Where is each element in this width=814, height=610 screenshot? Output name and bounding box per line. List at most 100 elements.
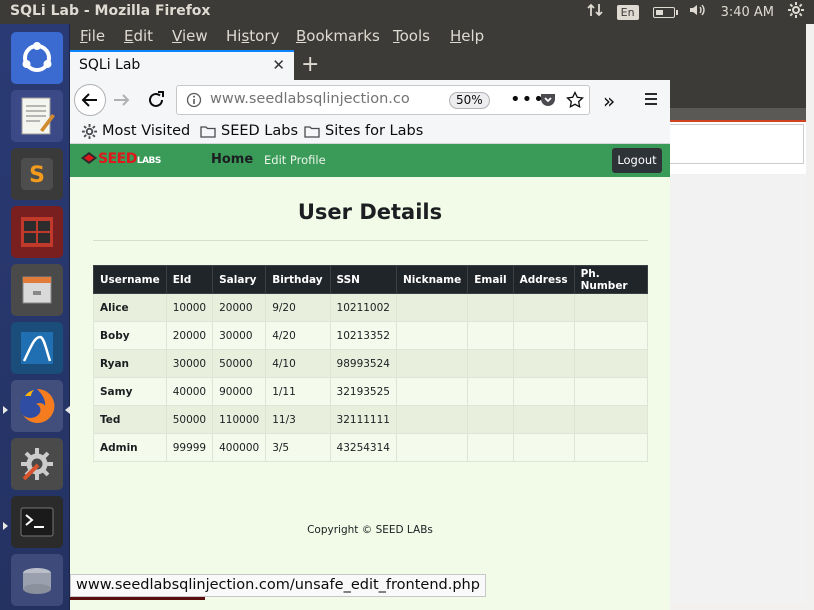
url-text: www.seedlabsqlinjection.com [210, 91, 410, 107]
tab-sqli-lab[interactable]: SQLi Lab ✕ [70, 50, 294, 80]
cell-salary: 400000 [212, 433, 267, 462]
clock[interactable]: 3:40 AM [721, 5, 774, 20]
cell-eid: 40000 [165, 377, 214, 406]
column-header: Username [93, 265, 167, 294]
bookmark-label: SEED Labs [221, 123, 299, 139]
column-header: Salary [212, 265, 267, 294]
cell-username: Ryan [93, 349, 167, 378]
overflow-chevron-icon[interactable]: » [603, 89, 615, 113]
tab-title: SQLi Lab [79, 57, 141, 73]
bookmark-seed-labs[interactable]: SEED Labs [200, 123, 298, 139]
text-editor-icon[interactable] [11, 90, 63, 142]
table-row: Ryan 30000 50000 4/10 98993524 [93, 349, 649, 378]
logout-button[interactable]: Logout [612, 148, 662, 173]
running-indicator [3, 522, 8, 530]
window-title: SQLi Lab - Mozilla Firefox [10, 3, 211, 19]
menu-edit[interactable]: Edit [124, 27, 153, 45]
cell-salary: 50000 [212, 349, 267, 378]
close-tab-icon[interactable]: ✕ [272, 56, 285, 74]
cell-salary: 90000 [212, 377, 267, 406]
network-arrows-icon[interactable] [587, 2, 603, 22]
cell-birthday: 4/10 [265, 349, 331, 378]
wireshark-icon[interactable] [11, 322, 63, 374]
sublime-text-icon[interactable]: S [11, 148, 63, 200]
bookmark-star-icon[interactable] [566, 90, 584, 113]
cell-salary: 20000 [212, 293, 267, 322]
back-arrow-icon [81, 93, 97, 107]
cell-birthday: 4/20 [265, 321, 331, 350]
cell-nickname [395, 433, 469, 462]
firefox-window: File Edit View History Bookmarks Tools H… [70, 24, 670, 610]
table-row: Admin 99999 400000 3/5 43254314 [93, 433, 649, 462]
ubuntu-dash-icon[interactable] [11, 32, 63, 84]
volume-icon[interactable] [689, 3, 707, 21]
column-header: Email [467, 265, 514, 294]
cell-email [467, 405, 514, 434]
cell-username: Samy [93, 377, 167, 406]
terminal-icon[interactable] [11, 496, 63, 548]
cell-address [512, 377, 575, 406]
launcher: S [0, 24, 70, 610]
cell-salary: 30000 [212, 321, 267, 350]
menu-history[interactable]: History [226, 27, 279, 45]
menu-bookmarks[interactable]: Bookmarks [296, 27, 380, 45]
top-panel: SQLi Lab - Mozilla Firefox En 3:40 AM [0, 0, 814, 24]
reload-icon[interactable] [146, 90, 166, 114]
system-settings-icon[interactable] [11, 438, 63, 490]
zoom-level[interactable]: 50% [449, 92, 490, 109]
menu-tools[interactable]: Tools [393, 27, 430, 45]
cell-email [467, 293, 514, 322]
cell-eid: 10000 [165, 293, 214, 322]
cell-birthday: 9/20 [265, 293, 331, 322]
folder-icon [304, 125, 320, 138]
menu-file[interactable]: File [80, 27, 105, 45]
cell-phone [573, 321, 649, 350]
menu-view[interactable]: View [172, 27, 208, 45]
tab-bar: SQLi Lab ✕ + [70, 50, 670, 80]
column-header: Nickname [395, 265, 469, 294]
battery-icon[interactable] [652, 6, 678, 18]
column-header: Birthday [265, 265, 331, 294]
calculator-app-icon[interactable] [11, 206, 63, 258]
column-header: SSN [329, 265, 397, 294]
keyboard-layout[interactable]: En [616, 4, 639, 20]
url-bar[interactable]: www.seedlabsqlinjection.com 50% ••• [176, 85, 590, 115]
forward-arrow-icon[interactable] [112, 90, 132, 114]
cell-ssn: 32111111 [329, 405, 397, 434]
menu-help[interactable]: Help [450, 27, 484, 45]
bookmark-label: Most Visited [102, 123, 191, 139]
nav-home-link[interactable]: Home [211, 152, 253, 167]
cell-address [512, 293, 575, 322]
cell-birthday: 3/5 [265, 433, 331, 462]
copyright-footer: Copyright © SEED LABs [307, 524, 433, 536]
status-bar-url: www.seedlabsqlinjection.com/unsafe_edit_… [70, 574, 486, 597]
cell-nickname [395, 293, 469, 322]
nav-edit-profile-link[interactable]: Edit Profile [264, 153, 326, 167]
cell-username: Boby [93, 321, 167, 350]
file-manager-icon[interactable] [11, 264, 63, 316]
navigation-toolbar: www.seedlabsqlinjection.com 50% ••• » [70, 80, 670, 120]
cell-username: Ted [93, 405, 167, 434]
cell-phone [573, 433, 649, 462]
cell-username: Alice [93, 293, 167, 322]
gear-icon[interactable] [788, 2, 804, 22]
cell-phone [573, 349, 649, 378]
disk-icon[interactable] [11, 554, 63, 606]
bookmark-sites-for-labs[interactable]: Sites for Labs [304, 123, 423, 139]
desktop: SQLi Lab - Mozilla Firefox En 3:40 AM S [0, 0, 814, 610]
cell-ssn: 10211002 [329, 293, 397, 322]
column-header: EId [165, 265, 214, 294]
svg-text:S: S [29, 163, 45, 188]
firefox-icon[interactable] [11, 380, 63, 432]
pocket-icon[interactable] [539, 92, 557, 112]
cell-salary: 110000 [212, 405, 267, 434]
seed-labs-logo[interactable]: SEEDLABS [80, 151, 161, 167]
bookmark-most-visited[interactable]: Most Visited [82, 123, 190, 139]
cell-address [512, 349, 575, 378]
back-button[interactable] [74, 84, 106, 116]
column-header: Ph. Number [573, 265, 649, 294]
new-tab-icon[interactable]: + [301, 52, 319, 77]
cell-ssn: 98993524 [329, 349, 397, 378]
info-icon[interactable] [186, 92, 202, 112]
hamburger-menu-icon[interactable] [643, 91, 659, 111]
